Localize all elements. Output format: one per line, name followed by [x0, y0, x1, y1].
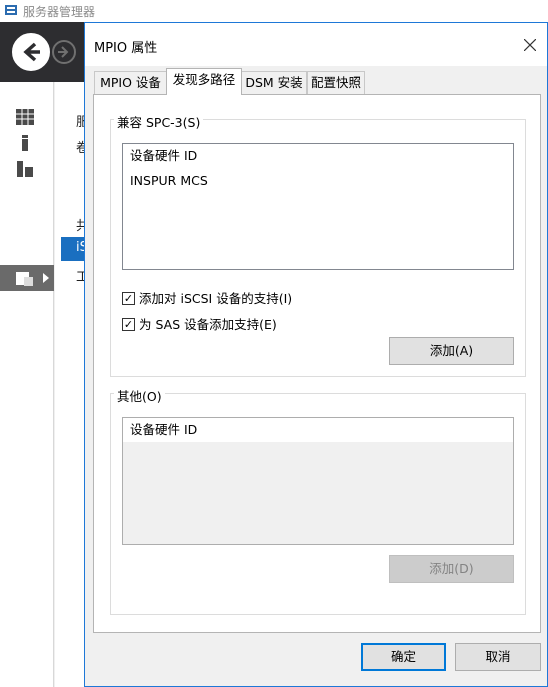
iscsi-support-label: 添加对 iSCSI 设备的支持(I): [139, 291, 293, 306]
other-device-list[interactable]: 设备硬件 ID: [122, 417, 514, 545]
tab-configuration-snapshot[interactable]: 配置快照: [307, 71, 365, 94]
file-storage-icon[interactable]: [16, 270, 34, 286]
background-titlebar: 服务器管理器: [0, 0, 548, 22]
dashboard-icon[interactable]: [16, 109, 34, 125]
checkbox-box[interactable]: ✓: [122, 292, 135, 305]
back-arrow-icon: [23, 42, 40, 62]
mpio-properties-dialog: MPIO 属性 MPIO 设备 发现多路径 DSM 安装 配置快照 兼容 SPC…: [84, 22, 548, 687]
tab-dsm-install[interactable]: DSM 安装: [241, 71, 307, 94]
spc3-list-header: 设备硬件 ID: [123, 144, 513, 168]
add-spc3-button[interactable]: 添加(A): [389, 337, 514, 365]
tab-mpio-devices[interactable]: MPIO 设备: [94, 71, 167, 94]
background-app-title: 服务器管理器: [23, 5, 96, 19]
other-list-header: 设备硬件 ID: [123, 418, 513, 442]
other-group-label: 其他(O): [114, 386, 165, 405]
forward-arrow-icon: [58, 46, 69, 58]
chevron-right-icon: [43, 273, 49, 283]
spc3-group-label: 兼容 SPC-3(S): [114, 112, 204, 131]
spc3-device-list[interactable]: 设备硬件 ID INSPUR MCS: [122, 143, 514, 270]
tab-panel-discover-multipaths: 兼容 SPC-3(S) 设备硬件 ID INSPUR MCS ✓ 添加对 iSC…: [93, 94, 541, 633]
dialog-title: MPIO 属性: [94, 41, 158, 56]
tab-discover-multipaths[interactable]: 发现多路径: [166, 68, 242, 95]
close-button[interactable]: [517, 33, 543, 57]
cancel-button[interactable]: 取消: [455, 643, 541, 671]
close-icon: [523, 38, 537, 52]
forward-button[interactable]: [52, 40, 76, 64]
dialog-titlebar: MPIO 属性: [85, 23, 547, 66]
list-item[interactable]: INSPUR MCS: [130, 173, 208, 188]
local-server-icon[interactable]: [16, 135, 34, 151]
sas-support-label: 为 SAS 设备添加支持(E): [139, 317, 277, 332]
checkbox-box[interactable]: ✓: [122, 318, 135, 331]
ok-button[interactable]: 确定: [361, 643, 446, 671]
server-manager-icon: [5, 5, 17, 15]
add-other-button[interactable]: 添加(D): [389, 555, 514, 583]
back-button[interactable]: [12, 33, 50, 71]
background-sidebar: [0, 82, 54, 687]
all-servers-icon[interactable]: [16, 161, 34, 177]
